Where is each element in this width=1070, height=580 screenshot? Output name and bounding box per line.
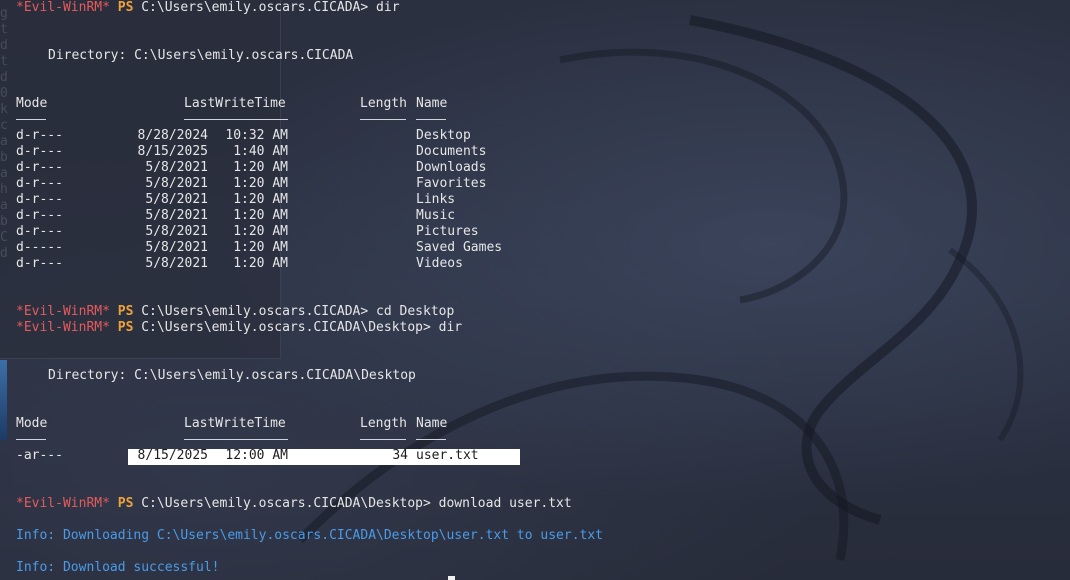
prompt-line: *Evil-WinRM* PS C:\Users\emily.oscars.CI… — [16, 496, 572, 512]
ps-label: PS — [117, 320, 134, 335]
cell-date: 5/8/2021 — [145, 160, 208, 175]
cell-date: 8/28/2024 — [137, 128, 208, 143]
prompt-path: C:\Users\emily.oscars.CICADA\Desktop> — [141, 320, 431, 335]
cell-name: Links — [416, 192, 456, 207]
background-blue-strip — [0, 360, 7, 440]
cell-time: 1:20 AM — [233, 240, 288, 255]
cell-name: Documents — [416, 144, 487, 159]
prompt-tag: *Evil-WinRM* — [16, 0, 110, 15]
cell-time: 1:20 AM — [233, 192, 288, 207]
ps-label: PS — [117, 0, 134, 15]
directory-label: Directory: C:\Users\emily.oscars.CICADA — [48, 48, 354, 63]
header-lastwritetime: LastWriteTime — [184, 416, 286, 431]
cell-mode: d-r--- — [16, 160, 63, 175]
prompt-tag: *Evil-WinRM* — [16, 496, 110, 511]
cell-mode: -ar--- — [16, 448, 63, 463]
header-lastwritetime: LastWriteTime — [184, 96, 286, 111]
cell-date: 5/8/2021 — [145, 240, 208, 255]
cell-date: 8/15/2025 — [137, 448, 208, 463]
prompt-line: *Evil-WinRM* PS C:\Users\emily.oscars.CI… — [16, 304, 454, 320]
header-length: Length — [360, 416, 407, 431]
command-text: download user.txt — [438, 496, 572, 511]
cell-name: Music — [416, 208, 456, 223]
header-underline — [16, 439, 46, 440]
background-window-text: g t d t d 0 k c a b a h a b C d — [0, 6, 8, 261]
command-text: dir — [438, 320, 463, 335]
cell-mode: d-r--- — [16, 224, 63, 239]
prompt-tag: *Evil-WinRM* — [16, 304, 110, 319]
header-name: Name — [416, 96, 448, 111]
cell-time: 1:20 AM — [233, 176, 288, 191]
cell-mode: d----- — [16, 240, 63, 255]
cell-date: 5/8/2021 — [145, 208, 208, 223]
terminal-cursor — [448, 576, 455, 580]
cell-mode: d-r--- — [16, 176, 63, 191]
header-underline — [360, 439, 406, 440]
cell-date: 8/15/2025 — [137, 144, 208, 159]
prompt-line: *Evil-WinRM* PS C:\Users\emily.oscars.CI… — [16, 0, 400, 16]
cell-name: Videos — [416, 256, 463, 271]
info-success: Info: Download successful! — [16, 560, 220, 575]
directory-label: Directory: C:\Users\emily.oscars.CICADA\… — [48, 368, 416, 383]
header-mode: Mode — [16, 96, 48, 111]
cell-length: 34 — [392, 448, 408, 463]
cell-mode: d-r--- — [16, 192, 63, 207]
cell-time: 10:32 AM — [225, 128, 288, 143]
cell-date: 5/8/2021 — [145, 192, 208, 207]
cell-time: 1:20 AM — [233, 256, 288, 271]
header-underline — [184, 439, 288, 440]
cell-time: 12:00 AM — [225, 448, 288, 463]
cell-mode: d-r--- — [16, 256, 63, 271]
prompt-tag: *Evil-WinRM* — [16, 320, 110, 335]
cell-name: Favorites — [416, 176, 487, 191]
prompt-path: C:\Users\emily.oscars.CICADA> — [141, 0, 369, 15]
header-name: Name — [416, 416, 448, 431]
header-underline — [16, 119, 46, 120]
command-text: cd Desktop — [376, 304, 455, 319]
prompt-path: C:\Users\emily.oscars.CICADA> — [141, 304, 369, 319]
header-length: Length — [360, 96, 407, 111]
ps-label: PS — [117, 496, 134, 511]
cell-name: Pictures — [416, 224, 479, 239]
header-underline — [184, 119, 288, 120]
header-mode: Mode — [16, 416, 48, 431]
prompt-path: C:\Users\emily.oscars.CICADA\Desktop> — [141, 496, 431, 511]
cell-time: 1:20 AM — [233, 160, 288, 175]
cell-time: 1:40 AM — [233, 144, 288, 159]
command-text: dir — [376, 0, 400, 15]
cell-mode: d-r--- — [16, 144, 63, 159]
prompt-line: *Evil-WinRM* PS C:\Users\emily.oscars.CI… — [16, 320, 462, 336]
cell-mode: d-r--- — [16, 128, 63, 143]
ps-label: PS — [117, 304, 134, 319]
cell-date: 5/8/2021 — [145, 256, 208, 271]
cell-mode: d-r--- — [16, 208, 63, 223]
cell-name: Downloads — [416, 160, 487, 175]
header-underline — [360, 119, 406, 120]
cell-name: Saved Games — [416, 240, 503, 255]
cell-time: 1:20 AM — [233, 208, 288, 223]
cell-name: user.txt — [416, 448, 479, 463]
info-downloading: Info: Downloading C:\Users\emily.oscars.… — [16, 528, 603, 543]
cell-name: Desktop — [416, 128, 471, 143]
cell-date: 5/8/2021 — [145, 176, 208, 191]
header-underline — [416, 119, 446, 120]
cell-date: 5/8/2021 — [145, 224, 208, 239]
header-underline — [416, 439, 446, 440]
cell-time: 1:20 AM — [233, 224, 288, 239]
